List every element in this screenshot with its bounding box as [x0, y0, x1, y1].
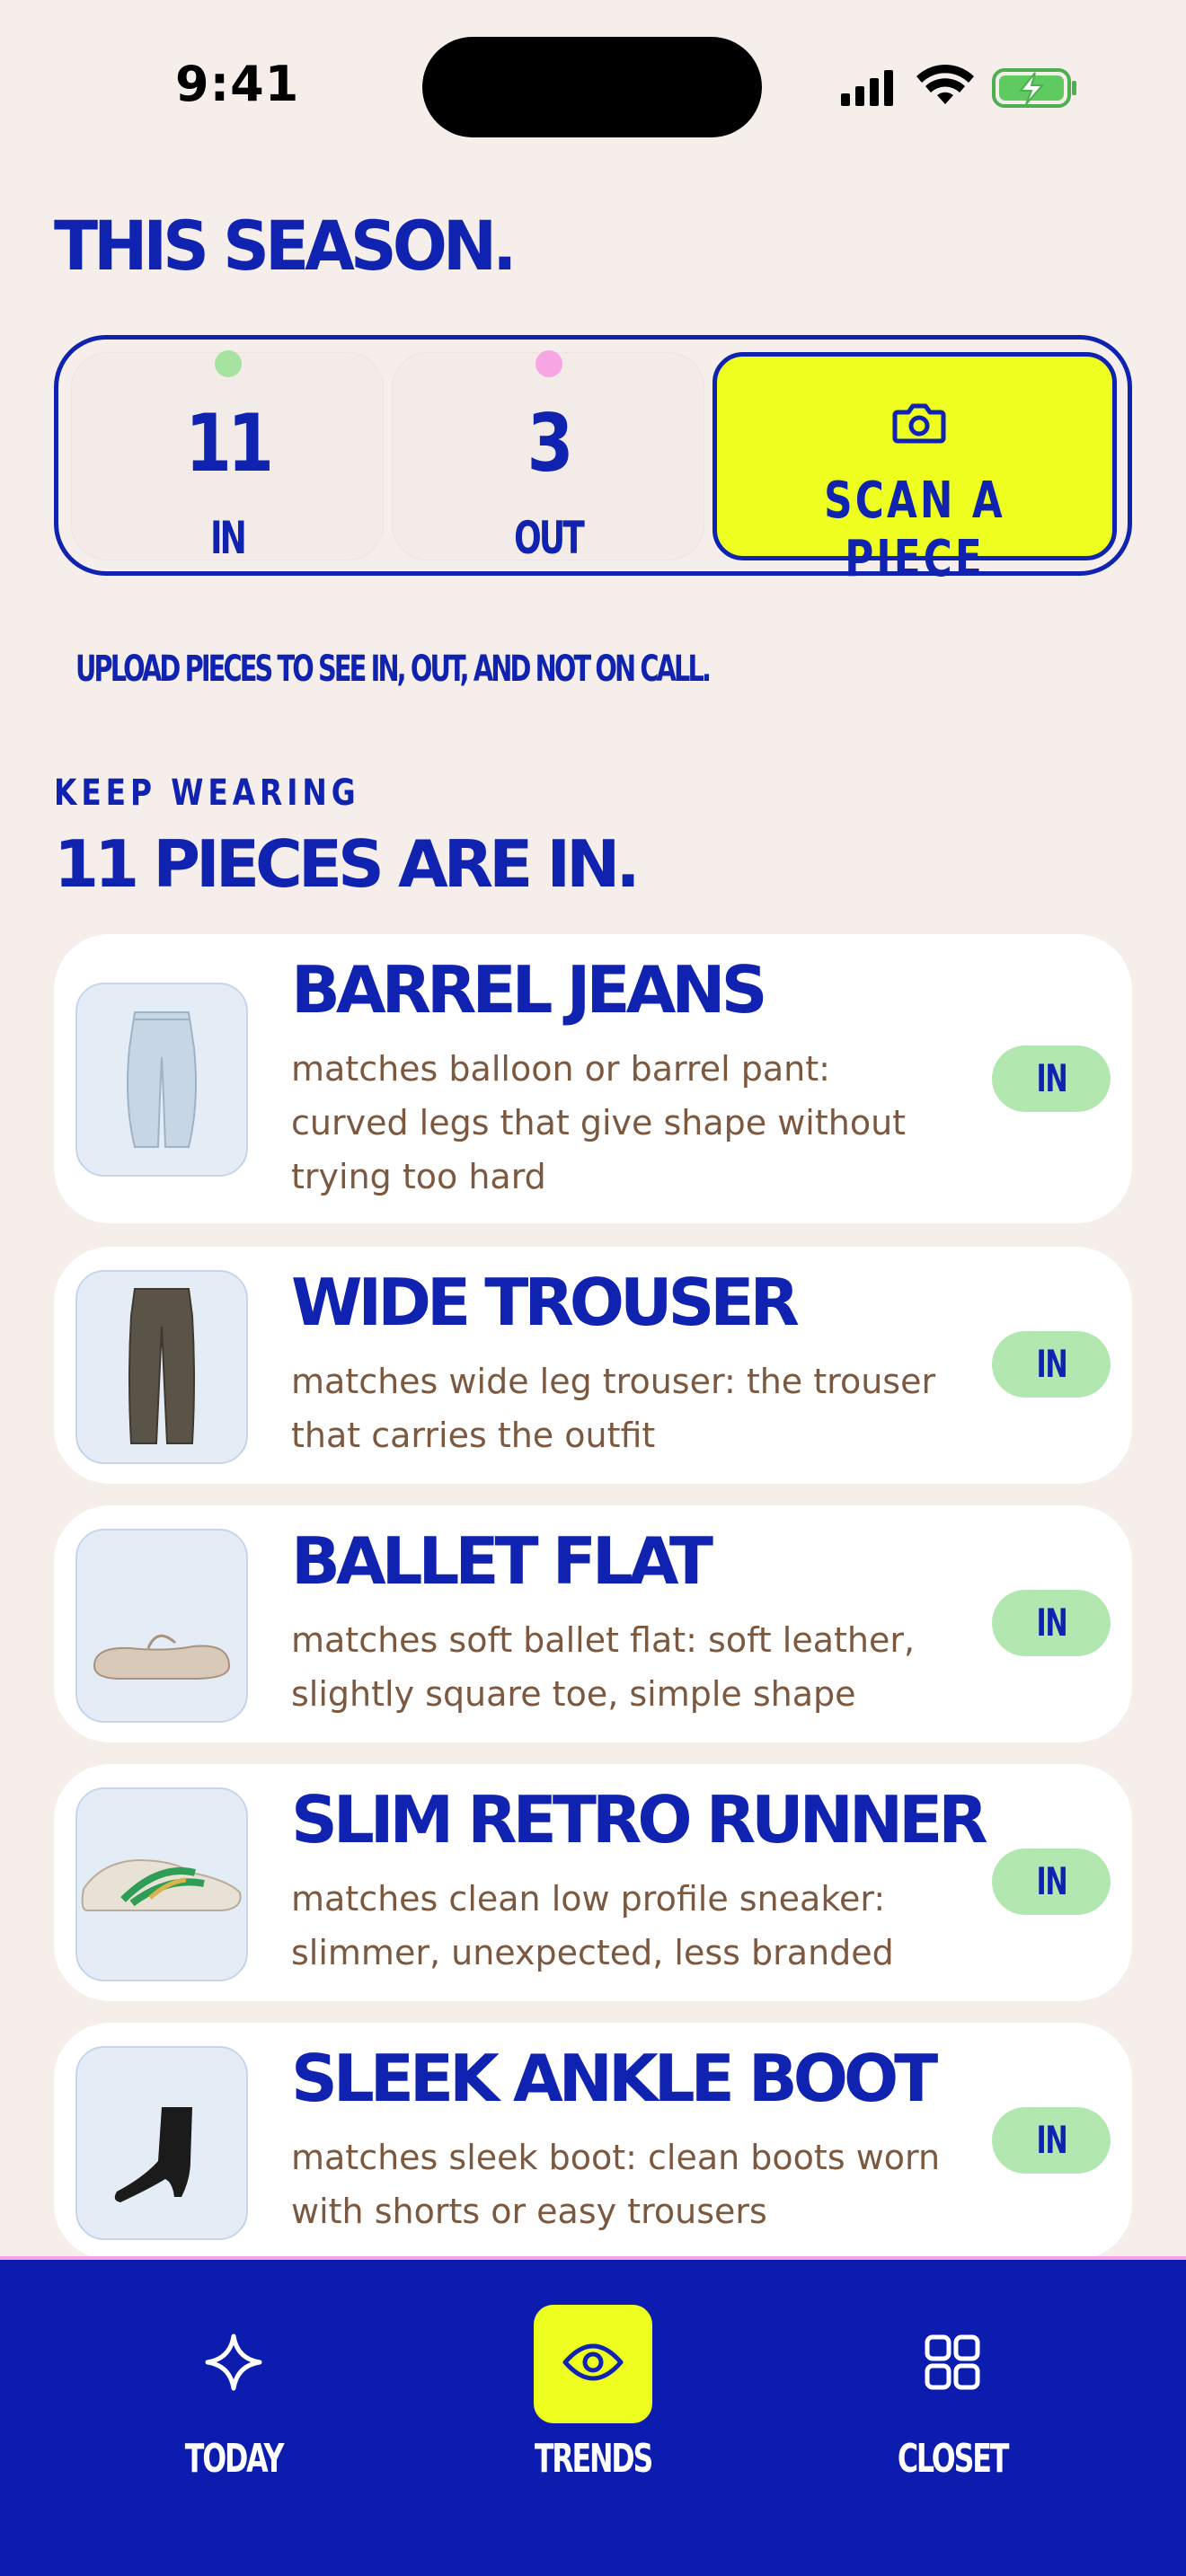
- stat-in-label: IN: [210, 512, 247, 564]
- in-indicator-dot: [215, 350, 242, 377]
- item-thumbnail: [75, 1270, 248, 1464]
- stats-panel: 11 IN 3 OUT SCAN A PIECE: [54, 335, 1132, 588]
- ballet-flat-image: [93, 1634, 231, 1680]
- ankle-boot-image: [114, 2107, 192, 2202]
- item-description: matches clean low profile sneaker: slimm…: [291, 1879, 894, 1972]
- trouser-image: [128, 1288, 195, 1444]
- scan-piece-label: SCAN A PIECE: [824, 472, 1005, 588]
- item-thumbnail: [75, 1787, 248, 1981]
- status-badge: IN: [992, 1590, 1111, 1656]
- item-title: SLIM RETRO RUNNER: [291, 1782, 988, 1857]
- tab-today[interactable]: TODAY: [99, 2260, 368, 2484]
- cellular-signal-icon: [841, 70, 893, 106]
- item-description: matches balloon or barrel pant: curved l…: [291, 1049, 907, 1196]
- stat-out[interactable]: 3 OUT: [392, 350, 704, 564]
- status-badge: IN: [992, 1045, 1111, 1112]
- item-description: matches soft ballet flat: soft leather, …: [291, 1620, 916, 1714]
- wifi-icon: [916, 65, 974, 104]
- tab-closet[interactable]: CLOSET: [818, 2260, 1087, 2484]
- tab-trends[interactable]: TRENDS: [458, 2260, 728, 2484]
- item-thumbnail: [75, 983, 248, 1177]
- battery-charging-icon: [992, 68, 1076, 108]
- tab-closet-label: CLOSET: [897, 2436, 1010, 2482]
- tab-today-label: TODAY: [184, 2436, 285, 2482]
- item-description: matches wide leg trouser: the trouser th…: [291, 1362, 936, 1455]
- item-card-slim-retro-runner[interactable]: SLIM RETRO RUNNER matches clean low prof…: [54, 1764, 1132, 2001]
- stat-in-value: 11: [185, 397, 274, 490]
- grid-icon: [924, 2333, 981, 2395]
- item-title: WIDE TROUSER: [291, 1265, 800, 1340]
- item-card-wide-trouser[interactable]: WIDE TROUSER matches wide leg trouser: t…: [54, 1247, 1132, 1484]
- item-card-ballet-flat[interactable]: BALLET FLAT matches soft ballet flat: so…: [54, 1505, 1132, 1742]
- item-title: BALLET FLAT: [291, 1523, 713, 1599]
- status-time: 9:41: [175, 56, 300, 112]
- section-title: 11 PIECES ARE IN.: [54, 826, 641, 902]
- item-card-barrel-jeans[interactable]: BARREL JEANS matches balloon or barrel p…: [54, 934, 1132, 1223]
- status-badge: IN: [992, 1331, 1111, 1398]
- stat-out-value: 3: [527, 397, 574, 490]
- item-thumbnail: [75, 1529, 248, 1723]
- page-title: THIS SEASON.: [54, 206, 518, 287]
- item-card-sleek-ankle-boot[interactable]: SLEEK ANKLE BOOT matches sleek boot: cle…: [54, 2023, 1132, 2260]
- status-bar: 9:41: [0, 0, 1186, 171]
- sneaker-image: [81, 1858, 242, 1911]
- item-title: SLEEK ANKLE BOOT: [291, 2041, 938, 2116]
- jeans-image: [127, 1011, 197, 1148]
- scan-piece-button[interactable]: SCAN A PIECE: [712, 352, 1117, 588]
- upload-hint: UPLOAD PIECES TO SEE IN, OUT, AND NOT ON…: [75, 648, 712, 690]
- eye-icon: [562, 2340, 624, 2389]
- status-badge: IN: [992, 2107, 1111, 2174]
- stat-out-label: OUT: [514, 512, 585, 564]
- stat-in[interactable]: 11 IN: [71, 350, 384, 564]
- status-icons: [836, 63, 1078, 116]
- tab-bar: TODAY TRENDS CLOSET: [0, 2256, 1186, 2576]
- item-title: BARREL JEANS: [291, 952, 767, 1028]
- status-badge: IN: [992, 1848, 1111, 1915]
- sparkle-icon: [202, 2331, 265, 2398]
- item-thumbnail: [75, 2046, 248, 2240]
- section-eyebrow: KEEP WEARING: [54, 772, 360, 814]
- out-indicator-dot: [535, 350, 562, 377]
- tab-trends-label: TRENDS: [534, 2436, 653, 2482]
- camera-icon: [892, 400, 946, 449]
- dynamic-island: [422, 37, 762, 137]
- item-description: matches sleek boot: clean boots worn wit…: [291, 2138, 941, 2231]
